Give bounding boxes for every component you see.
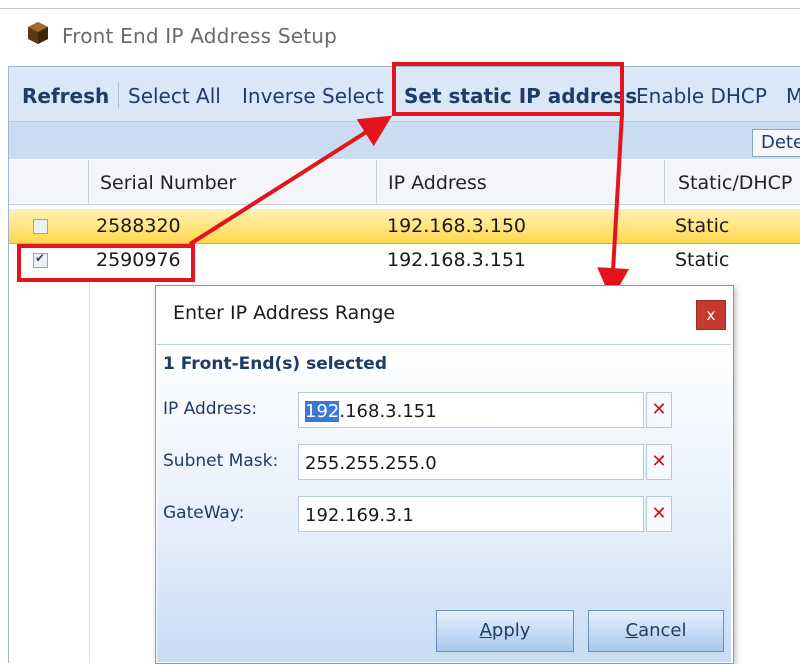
clear-gateway-icon[interactable]: ✕ <box>646 496 672 532</box>
clear-subnet-icon[interactable]: ✕ <box>646 444 672 480</box>
selection-count: 1 Front-End(s) selected <box>163 354 387 374</box>
gateway-label: GateWay: <box>163 503 245 523</box>
ip-address-value: 192.168.3.151 <box>305 401 437 422</box>
cancel-button[interactable]: Cancel <box>588 610 724 652</box>
subnet-mask-label: Subnet Mask: <box>163 451 279 471</box>
subnet-mask-field[interactable]: 255.255.255.0 <box>298 444 644 480</box>
annotation-arrow-down <box>597 113 630 300</box>
apply-hotkey: A <box>479 620 492 641</box>
gateway-value: 192.169.3.1 <box>305 505 414 526</box>
selected-text: 192 <box>305 401 340 422</box>
dialog-title: Enter IP Address Range <box>173 302 396 324</box>
close-icon[interactable]: x <box>696 300 726 330</box>
cancel-label: ancel <box>638 620 687 641</box>
ip-address-label: IP Address: <box>163 399 258 419</box>
annotation-arrow-up <box>188 115 393 246</box>
cancel-hotkey: C <box>625 620 639 641</box>
ip-address-rest: .168.3.151 <box>339 401 437 422</box>
subnet-mask-value: 255.255.255.0 <box>305 453 437 474</box>
clear-ip-icon[interactable]: ✕ <box>646 392 672 428</box>
ip-address-field[interactable]: 192.168.3.151 <box>298 392 644 428</box>
apply-label: pply <box>491 620 531 641</box>
gateway-field[interactable]: 192.169.3.1 <box>298 496 644 532</box>
apply-button[interactable]: Apply <box>436 610 574 652</box>
